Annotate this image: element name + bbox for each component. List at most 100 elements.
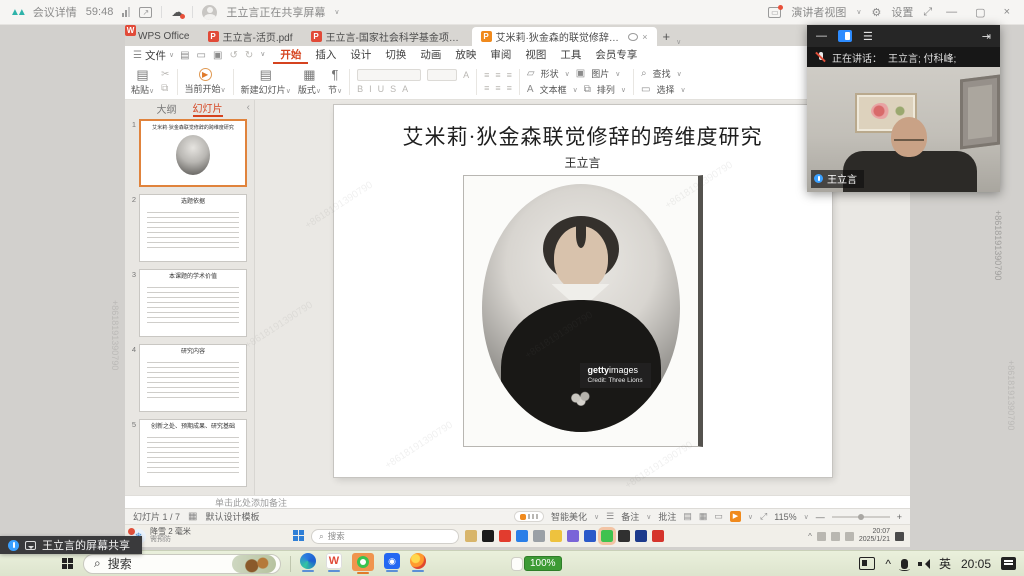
settings-button[interactable]: 设置 [891, 4, 913, 20]
close-tab-icon[interactable]: × [642, 32, 647, 42]
slide-title[interactable]: 艾米莉·狄金森联觉修辞的跨维度研究 [334, 121, 832, 151]
taskbar-search-input[interactable]: ⌕ 搜索 [83, 554, 281, 574]
share-screen-icon[interactable]: ↗ [139, 7, 152, 18]
widgets-icon[interactable] [859, 557, 875, 570]
app-icon[interactable] [618, 530, 630, 542]
menu-slideshow[interactable]: 放映 [448, 46, 483, 64]
tencent-meeting-taskbar-icon[interactable]: ◉ [384, 553, 400, 572]
fullscreen-icon[interactable]: ⤢ [923, 6, 932, 19]
section-button[interactable]: ¶ 节∨ [328, 68, 342, 96]
tab-outline[interactable]: 大纲 [157, 101, 177, 116]
slide-thumbnail-5[interactable]: 5 创新之处、预期成果、研究基础 [128, 419, 247, 487]
new-doc-icon[interactable]: ▤ [180, 50, 189, 61]
print-icon[interactable]: ▣ [213, 50, 222, 61]
tab-wps-home[interactable]: W WPS Office [129, 27, 199, 46]
slideshow-play-button[interactable]: ▶ [730, 511, 741, 522]
menu-transition[interactable]: 切换 [378, 46, 413, 64]
menu-view[interactable]: 视图 [518, 46, 553, 64]
menu-insert[interactable]: 插入 [308, 46, 343, 64]
fit-window-icon[interactable]: ⤢ [760, 511, 767, 522]
tab-list-chevron-icon[interactable]: ∨ [676, 38, 681, 46]
folder-icon[interactable] [550, 530, 562, 542]
speaker-view-button[interactable]: 演讲者视图 [791, 4, 846, 20]
edge-icon[interactable] [516, 530, 528, 542]
sharer-status-text[interactable]: 王立言正在共享屏幕 [226, 4, 325, 20]
font-color-button[interactable]: A [402, 84, 408, 94]
tab-slides[interactable]: 幻灯片 [193, 100, 223, 117]
align-left-button[interactable]: ≡ [484, 83, 489, 93]
menu-animation[interactable]: 动画 [413, 46, 448, 64]
textbox-button[interactable]: 文本框 [540, 83, 567, 96]
taskbar-search-input[interactable]: ⌕ 搜索 [311, 529, 459, 544]
menu-review[interactable]: 审阅 [483, 46, 518, 64]
tray-icon[interactable] [845, 532, 854, 541]
underline-button[interactable]: U [378, 84, 385, 94]
photoshop-icon[interactable] [635, 530, 647, 542]
slide-thumbnail-3[interactable]: 3 本课题的学术价值 [128, 269, 247, 337]
beautify-button[interactable]: 智能美化 [551, 510, 587, 523]
zoom-slider[interactable] [832, 516, 890, 518]
comments-button[interactable]: 批注 [658, 510, 676, 523]
app-icon[interactable] [567, 530, 579, 542]
slide-photo-frame[interactable]: gettyimages Credit: Three Lions [463, 175, 703, 447]
bullets-button[interactable]: ≡ [484, 70, 489, 80]
slide-subtitle[interactable]: 王立言 [334, 154, 832, 171]
select-button[interactable]: 选择 [656, 83, 674, 96]
notes-toggle-icon[interactable]: ☰ [606, 511, 614, 522]
notification-center-icon[interactable] [1001, 557, 1016, 570]
mic-icon[interactable] [901, 559, 908, 569]
tray-expand-icon[interactable]: ^ [808, 532, 812, 541]
italic-button[interactable]: I [369, 84, 372, 94]
mic-muted-icon[interactable] [815, 51, 826, 64]
layout-button[interactable]: ▦ 版式∨ [298, 68, 321, 96]
tab-doc-pdf2[interactable]: P 王立言-国家社会科学基金项目申请书 [302, 27, 472, 46]
menu-home[interactable]: 开始 [273, 46, 308, 64]
minimize-button[interactable]: — [942, 6, 961, 18]
app-icon[interactable] [533, 530, 545, 542]
edge-taskbar-icon[interactable] [300, 553, 316, 572]
start-button[interactable] [62, 558, 74, 570]
wps-icon[interactable] [652, 530, 664, 542]
font-size-select[interactable] [427, 69, 457, 81]
new-tab-button[interactable]: + [657, 29, 677, 46]
shared-clock[interactable]: 20:07 2025/1/21 [859, 528, 890, 544]
redo-icon[interactable]: ↻ [245, 50, 253, 61]
reading-view-icon[interactable]: ▭ [714, 511, 723, 522]
new-slide-button[interactable]: ▤ 新建幻灯片∨ [241, 68, 291, 96]
numbering-button[interactable]: ≡ [495, 70, 500, 80]
close-button[interactable]: × [1000, 6, 1014, 18]
find-button[interactable]: 查找 [653, 67, 671, 80]
normal-view-icon[interactable]: ▤ [683, 511, 692, 522]
arrange-button[interactable]: 排列 [597, 83, 615, 96]
maximize-button[interactable]: ▢ [971, 6, 989, 19]
phone-sync-pill[interactable] [514, 511, 544, 522]
qq-icon[interactable] [482, 530, 494, 542]
layout-mode-icon[interactable] [838, 30, 852, 42]
tray-icon[interactable] [817, 532, 826, 541]
picture-button[interactable]: 图片 [591, 67, 609, 80]
template-name[interactable]: 默认设计模板 [205, 510, 259, 523]
collapse-panel-icon[interactable]: ⇥ [982, 30, 991, 43]
add-slide-button[interactable]: + [128, 494, 247, 495]
sorter-view-icon[interactable]: ▦ [699, 511, 708, 522]
menu-design[interactable]: 设计 [343, 46, 378, 64]
cloud-record-icon[interactable]: ☁ [171, 5, 183, 19]
align-center-button[interactable]: ≡ [495, 83, 500, 93]
slide-thumbnail-4[interactable]: 4 研究内容 [128, 344, 247, 412]
tab-doc-pdf1[interactable]: P 王立言-活页.pdf [199, 27, 302, 46]
meeting-details-link[interactable]: 会议详情 [33, 4, 77, 20]
font-name-select[interactable] [357, 69, 421, 81]
chevron-down-icon[interactable]: ∨ [334, 8, 339, 16]
chevron-down-icon[interactable]: ∨ [856, 8, 861, 16]
tray-icon[interactable] [831, 532, 840, 541]
tab-doc-active[interactable]: P 艾米莉·狄金森的联觉修辞研究 × [472, 27, 657, 46]
wechat-icon[interactable] [601, 530, 613, 542]
notes-pane[interactable]: 单击此处添加备注 [125, 495, 910, 508]
list-view-icon[interactable]: ☰ [863, 30, 873, 43]
menu-file[interactable]: 文件 [145, 48, 166, 63]
input-language[interactable]: 英 [939, 555, 951, 572]
gear-icon[interactable]: ⚙ [871, 6, 881, 19]
meeting-app-taskbar-icon[interactable] [352, 553, 374, 574]
indent-button[interactable]: ≡ [507, 70, 512, 80]
paste-button[interactable]: ▤ 粘贴∨ [131, 68, 154, 96]
